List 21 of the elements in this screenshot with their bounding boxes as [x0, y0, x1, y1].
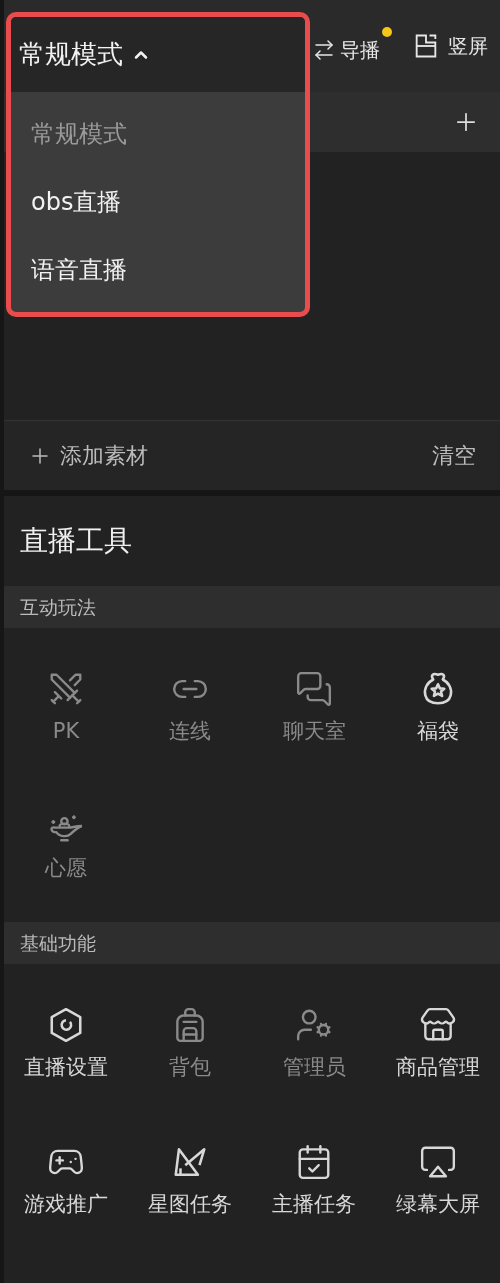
portrait-button[interactable]: 竖屏 — [412, 31, 488, 61]
tool-button[interactable]: 星图任务 — [128, 1113, 252, 1250]
tool-button[interactable]: 绿幕大屏 — [376, 1113, 500, 1250]
settings-icon — [47, 1005, 85, 1044]
mode-option[interactable]: obs直播 — [11, 168, 305, 236]
category-header: 基础功能 — [4, 922, 500, 964]
tool-button[interactable]: 商品管理 — [376, 976, 500, 1113]
category-header: 互动玩法 — [4, 586, 500, 628]
mode-option[interactable]: 语音直播 — [11, 236, 305, 304]
chat-icon — [295, 669, 333, 708]
mode-option[interactable]: 常规模式 — [11, 100, 305, 168]
clear-button[interactable]: 清空 — [432, 439, 476, 472]
tool-button[interactable]: 游戏推广 — [4, 1113, 128, 1250]
director-button[interactable]: 导播 — [312, 27, 392, 65]
mode-dropdown-trigger[interactable]: 常规模式 — [11, 17, 305, 92]
section-title: 直播工具 — [20, 523, 132, 559]
tool-button[interactable]: 福袋 — [376, 640, 500, 777]
swap-icon — [312, 38, 336, 62]
tool-button[interactable]: 主播任务 — [252, 1113, 376, 1250]
add-material-button[interactable]: 添加素材 — [28, 439, 148, 472]
tool-button[interactable]: 直播设置 — [4, 976, 128, 1113]
